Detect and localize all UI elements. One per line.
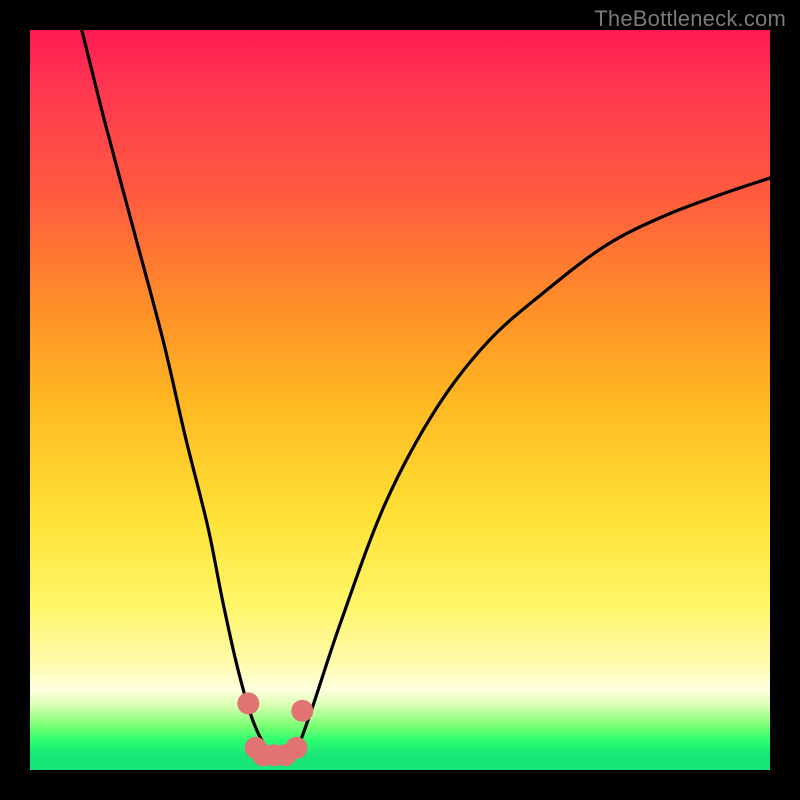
left-marker-top-dot — [237, 692, 259, 714]
watermark-text: TheBottleneck.com — [594, 6, 786, 32]
bottleneck-curve-svg — [30, 30, 770, 770]
bottleneck-curve — [82, 30, 770, 755]
right-marker-top-dot — [291, 700, 313, 722]
chart-frame: TheBottleneck.com — [0, 0, 800, 800]
marker-group — [237, 692, 313, 766]
right-marker-bottom-dot — [285, 737, 307, 759]
plot-area — [30, 30, 770, 770]
